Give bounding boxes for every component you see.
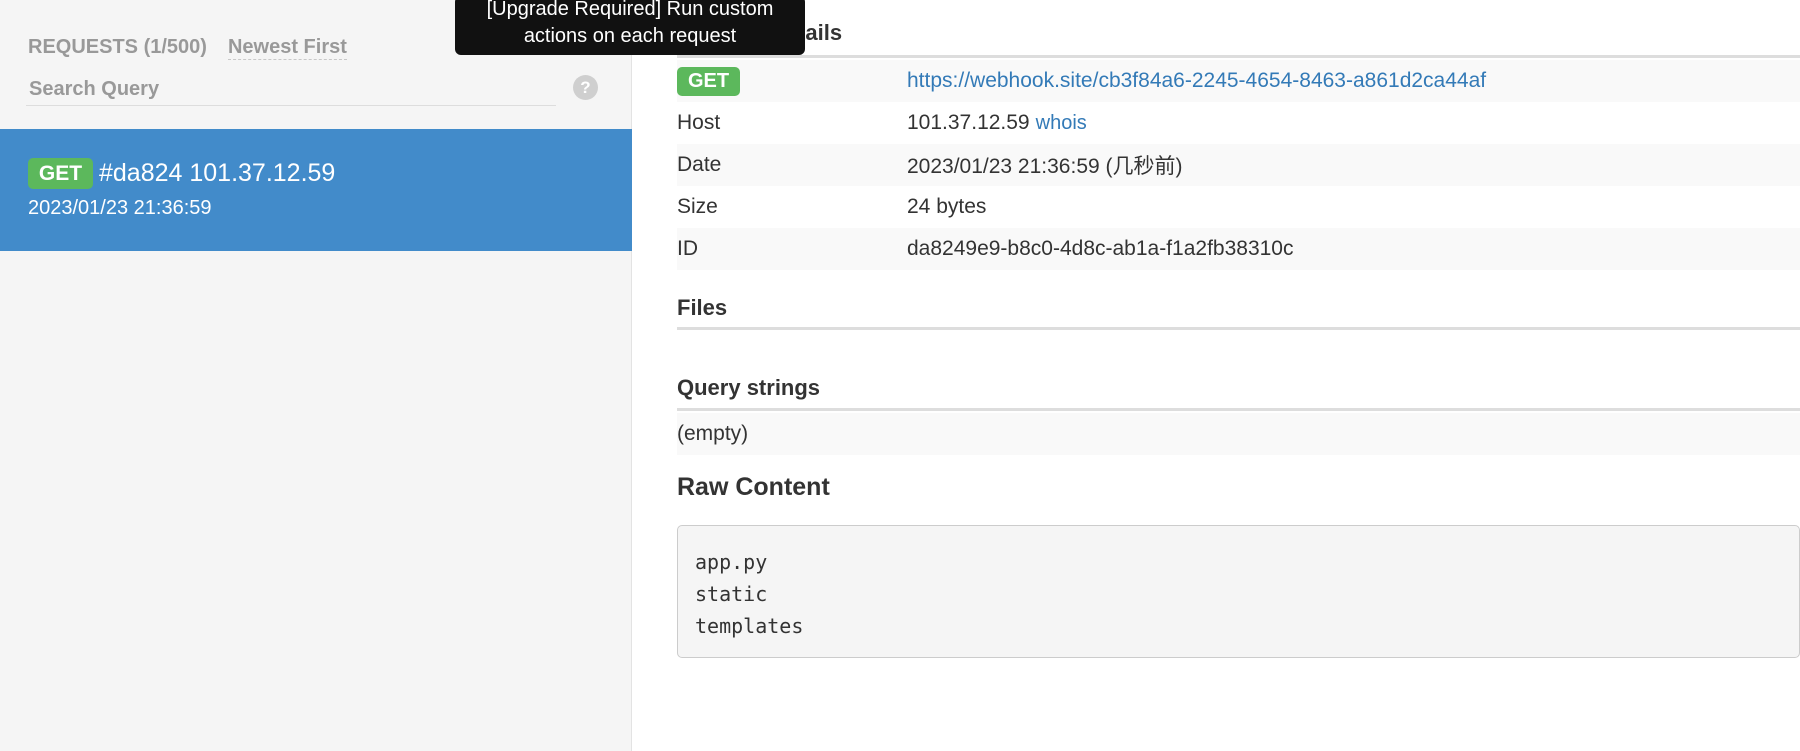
- date-row: Date 2023/01/23 21:36:59 (几秒前): [677, 144, 1800, 186]
- upgrade-tooltip: [Upgrade Required] Run custom actions on…: [455, 0, 805, 55]
- date-label: Date: [677, 153, 722, 176]
- method-badge: GET: [28, 158, 93, 189]
- method-cell: GET: [677, 66, 740, 96]
- search-row: [26, 74, 556, 106]
- request-list-item[interactable]: GET #da824 101.37.12.59 2023/01/23 21:36…: [0, 129, 632, 251]
- date-value: 2023/01/23 21:36:59 (几秒前): [907, 155, 1183, 178]
- requests-count-label: REQUESTS (1/500): [28, 36, 207, 58]
- tooltip-line-1: [Upgrade Required] Run custom: [486, 0, 774, 20]
- size-value: 24 bytes: [907, 195, 987, 218]
- request-sidebar: REQUESTS (1/500) Newest First ? GET #da8…: [0, 0, 632, 751]
- section-divider: [677, 55, 1800, 58]
- section-divider: [677, 408, 1800, 411]
- sort-order-toggle[interactable]: Newest First: [227, 35, 347, 60]
- help-icon[interactable]: ?: [573, 75, 598, 100]
- id-row: ID da8249e9-b8c0-4d8c-ab1a-f1a2fb38310c: [677, 228, 1800, 270]
- url-cell: https://webhook.site/cb3f84a6-2245-4654-…: [907, 69, 1486, 93]
- url-row: GET https://webhook.site/cb3f84a6-2245-4…: [677, 60, 1800, 102]
- query-strings-title: Query strings: [677, 375, 821, 400]
- tooltip-line-2: actions on each request: [523, 25, 737, 47]
- request-details-table: GET https://webhook.site/cb3f84a6-2245-4…: [677, 60, 1800, 270]
- method-badge: GET: [677, 66, 740, 96]
- size-row: Size 24 bytes: [677, 186, 1800, 228]
- raw-content-title: Raw Content: [677, 473, 830, 501]
- request-item-header: GET #da824 101.37.12.59: [28, 158, 335, 189]
- search-input[interactable]: [26, 74, 556, 104]
- host-cell: 101.37.12.59 whois: [907, 111, 1087, 135]
- request-item-date: 2023/01/23 21:36:59: [28, 197, 212, 219]
- id-value: da8249e9-b8c0-4d8c-ab1a-f1a2fb38310c: [907, 237, 1294, 260]
- query-strings-empty: (empty): [677, 413, 1800, 455]
- id-label: ID: [677, 237, 698, 260]
- request-item-title: #da824 101.37.12.59: [99, 159, 336, 187]
- size-label: Size: [677, 195, 718, 218]
- raw-content-body: app.py static templates: [677, 525, 1800, 658]
- files-title: Files: [677, 295, 728, 320]
- section-divider: [677, 327, 1800, 330]
- whois-link[interactable]: whois: [1036, 112, 1087, 135]
- host-label: Host: [677, 111, 721, 134]
- requests-header: REQUESTS (1/500) Newest First: [28, 35, 347, 60]
- host-value: 101.37.12.59: [907, 111, 1030, 134]
- request-url-link[interactable]: https://webhook.site/cb3f84a6-2245-4654-…: [907, 69, 1486, 93]
- host-row: Host 101.37.12.59 whois: [677, 102, 1800, 144]
